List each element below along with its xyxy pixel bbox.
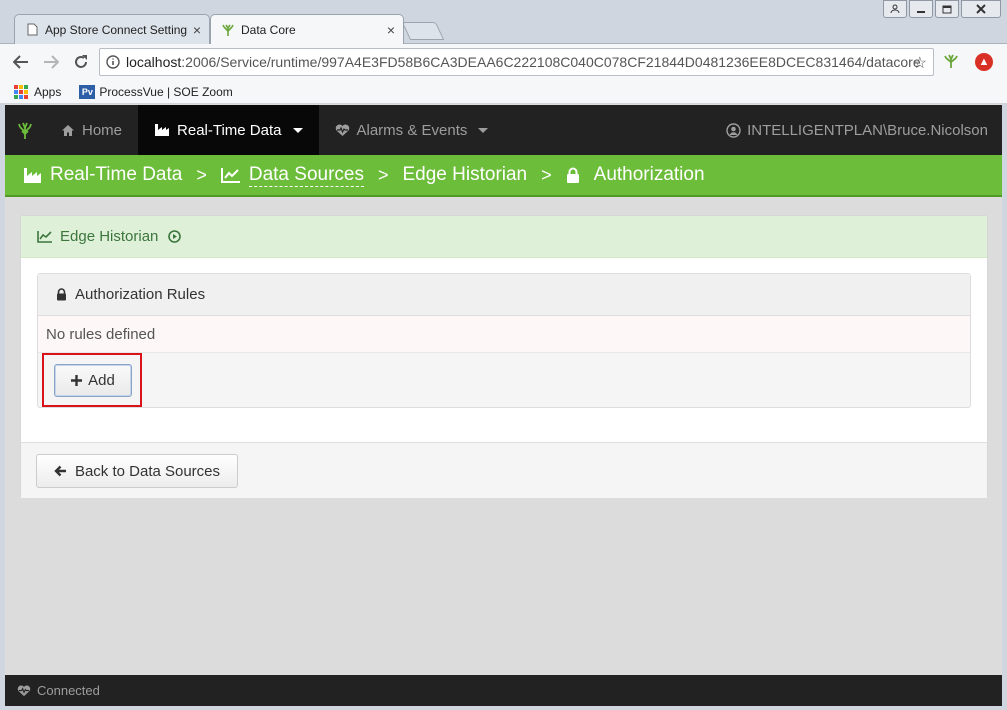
window-border bbox=[0, 706, 1007, 710]
heartbeat-icon bbox=[17, 684, 31, 696]
minimize-icon[interactable] bbox=[909, 0, 933, 18]
window-controls bbox=[883, 0, 1001, 18]
tab-app-store-connect[interactable]: App Store Connect Settings × bbox=[14, 14, 210, 44]
extension-tree-icon[interactable] bbox=[943, 53, 961, 71]
line-chart-icon bbox=[37, 231, 52, 243]
nav-user-menu[interactable]: INTELLIGENTPLAN\Bruce.Nicolson bbox=[726, 105, 988, 155]
nav-label: Real-Time Data bbox=[177, 121, 282, 139]
empty-rules-message: No rules defined bbox=[38, 316, 970, 353]
bookmarks-bar: Apps Pv ProcessVue | SOE Zoom bbox=[0, 80, 1007, 104]
industry-icon bbox=[155, 124, 170, 136]
maximize-icon[interactable] bbox=[935, 0, 959, 18]
plus-icon bbox=[71, 375, 83, 386]
apps-grid-icon bbox=[14, 84, 28, 99]
bookmark-processvue[interactable]: Pv ProcessVue | SOE Zoom bbox=[79, 84, 233, 99]
highlight-box: Add bbox=[42, 353, 142, 407]
breadcrumb-label: Real-Time Data bbox=[50, 164, 183, 185]
tab-data-core[interactable]: Data Core × bbox=[210, 14, 404, 45]
authorization-rules-panel: Authorization Rules No rules defined Add bbox=[37, 273, 971, 408]
bookmark-star-icon[interactable]: ☆ bbox=[913, 53, 927, 73]
tab-title: Data Core bbox=[241, 23, 296, 37]
reload-icon[interactable] bbox=[68, 49, 94, 75]
breadcrumb-separator: > bbox=[541, 164, 552, 185]
user-name: INTELLIGENTPLAN\Bruce.Nicolson bbox=[747, 121, 988, 139]
processvue-icon: Pv bbox=[79, 84, 96, 99]
panel-footer: Back to Data Sources bbox=[21, 442, 987, 498]
back-label: Back to Data Sources bbox=[74, 462, 221, 480]
breadcrumb-data-sources[interactable]: Data Sources bbox=[220, 163, 364, 187]
nav-label: Home bbox=[82, 121, 123, 139]
extension-upload-icon[interactable]: ▲ bbox=[975, 53, 993, 71]
back-arrow-icon[interactable] bbox=[8, 49, 34, 75]
bookmark-label: Apps bbox=[34, 84, 62, 99]
status-footer: Connected bbox=[5, 675, 1002, 706]
breadcrumb-edge-historian[interactable]: Edge Historian bbox=[403, 164, 528, 186]
browser-toolbar: localhost :2006/Service/runtime/997A4E3F… bbox=[0, 44, 1007, 80]
tab-title: App Store Connect Settings bbox=[45, 22, 187, 37]
subpanel-heading: Authorization Rules bbox=[38, 274, 970, 316]
user-circle-icon bbox=[726, 122, 741, 138]
breadcrumb-real-time-data[interactable]: Real-Time Data bbox=[23, 164, 182, 186]
home-icon bbox=[62, 124, 74, 136]
breadcrumb-separator: > bbox=[196, 164, 207, 185]
close-window-icon[interactable] bbox=[961, 0, 1001, 18]
tab-close-icon[interactable]: × bbox=[193, 22, 201, 38]
info-icon[interactable] bbox=[106, 55, 120, 69]
panel-heading: Edge Historian bbox=[21, 216, 987, 258]
add-rule-button[interactable]: Add bbox=[54, 364, 132, 397]
brand-tree-icon[interactable] bbox=[5, 105, 45, 155]
breadcrumb-label: Data Sources bbox=[248, 163, 364, 187]
breadcrumb-label: Authorization bbox=[593, 164, 705, 185]
breadcrumb-label: Edge Historian bbox=[402, 164, 528, 185]
breadcrumb: Real-Time Data > Data Sources > Edge His… bbox=[5, 155, 1002, 197]
panel-title: Edge Historian bbox=[60, 228, 159, 245]
heartbeat-icon bbox=[335, 124, 349, 136]
new-tab-button[interactable] bbox=[401, 22, 445, 40]
url-host: localhost bbox=[126, 54, 182, 70]
edge-historian-panel: Edge Historian Authorization Rules No ru… bbox=[20, 215, 988, 498]
bookmark-apps[interactable]: Apps bbox=[14, 84, 62, 99]
connection-status: Connected bbox=[37, 683, 100, 698]
browser-titlebar: App Store Connect Settings × Data Core × bbox=[0, 0, 1007, 45]
subpanel-title: Authorization Rules bbox=[75, 286, 206, 303]
window-border bbox=[1002, 104, 1007, 710]
lock-icon bbox=[57, 288, 66, 301]
caret-down-icon bbox=[478, 127, 489, 133]
nav-alarms-events[interactable]: Alarms & Events bbox=[319, 105, 505, 155]
nav-home[interactable]: Home bbox=[45, 105, 138, 155]
tab-close-icon[interactable]: × bbox=[387, 22, 395, 38]
page-icon bbox=[25, 23, 39, 37]
arrow-left-icon bbox=[54, 465, 66, 477]
address-bar[interactable]: localhost :2006/Service/runtime/997A4E3F… bbox=[99, 48, 934, 76]
tree-icon bbox=[221, 23, 235, 37]
breadcrumb-separator: > bbox=[377, 164, 389, 185]
profile-icon[interactable] bbox=[883, 0, 907, 18]
lock-icon bbox=[566, 167, 579, 183]
nav-real-time-data[interactable]: Real-Time Data bbox=[138, 105, 319, 155]
url-path: :2006/Service/runtime/997A4E3FD58B6CA3DE… bbox=[181, 54, 921, 70]
bookmark-label: ProcessVue | SOE Zoom bbox=[99, 84, 233, 99]
industry-icon bbox=[24, 167, 41, 183]
forward-arrow-icon[interactable] bbox=[38, 49, 64, 75]
back-to-data-sources-button[interactable]: Back to Data Sources bbox=[36, 454, 238, 488]
breadcrumb-authorization: Authorization bbox=[566, 164, 705, 186]
caret-down-icon bbox=[292, 127, 303, 133]
app-navbar: Home Real-Time Data Alarms & Events INTE… bbox=[5, 105, 1002, 155]
line-chart-icon bbox=[220, 168, 240, 183]
play-circle-icon[interactable] bbox=[168, 230, 182, 243]
nav-label: Alarms & Events bbox=[356, 121, 468, 139]
add-label: Add bbox=[88, 372, 115, 389]
